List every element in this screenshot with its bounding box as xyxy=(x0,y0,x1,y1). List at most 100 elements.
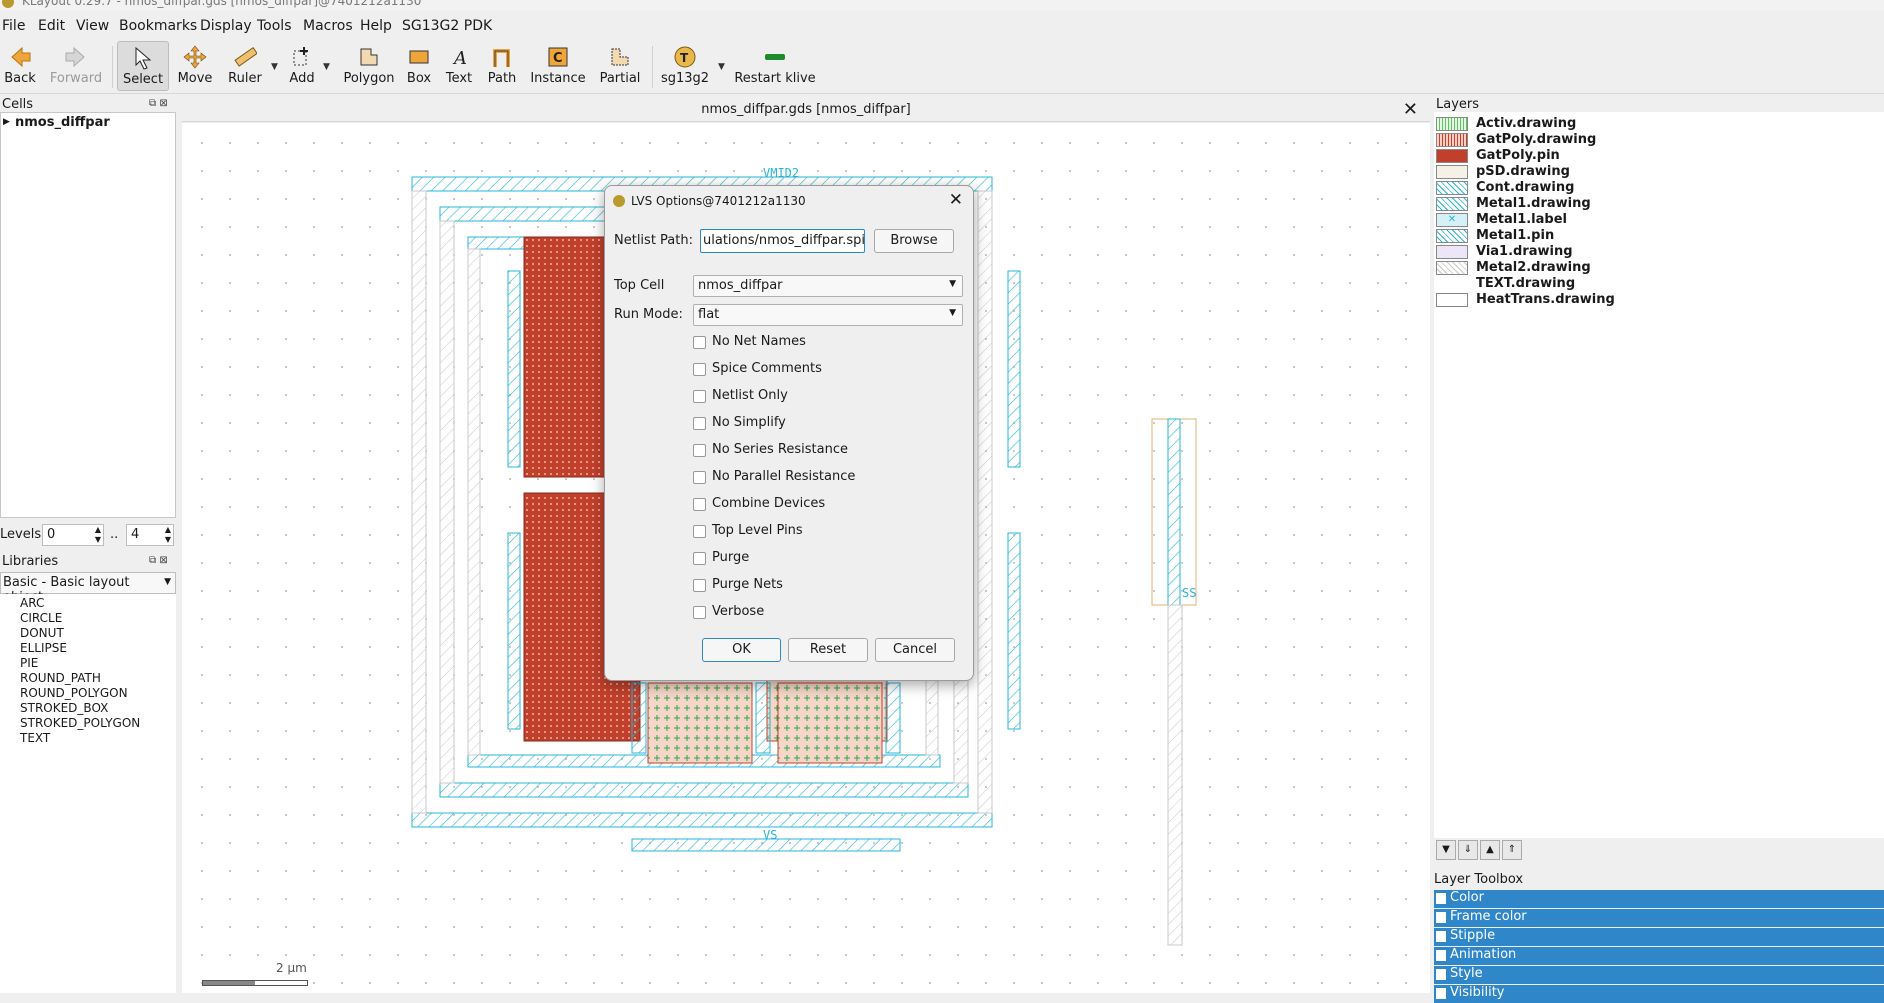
layer-row[interactable]: Cont.drawing xyxy=(1434,180,1884,196)
library-item[interactable]: ROUND_POLYGON xyxy=(20,686,128,700)
restart-klive-button[interactable]: Restart klive xyxy=(734,41,816,91)
ruler-tool-button[interactable]: Ruler xyxy=(222,41,268,91)
library-item[interactable]: ARC xyxy=(20,596,44,610)
menu-view[interactable]: View xyxy=(76,18,109,34)
run-mode-select[interactable]: flat ▼ xyxy=(693,304,963,326)
layer-row[interactable]: GatPoly.drawing xyxy=(1434,132,1884,148)
toolbox-frame-color[interactable]: Frame color xyxy=(1434,909,1884,927)
checkbox[interactable] xyxy=(693,579,706,592)
library-item[interactable]: TEXT xyxy=(20,731,50,745)
layer-row[interactable]: ✕ Metal1.label xyxy=(1434,212,1884,228)
option-top-level-pins[interactable]: Top Level Pins xyxy=(693,523,953,541)
levels-from-spinbox[interactable]: 0 ▲ ▼ xyxy=(42,524,104,546)
option-combine-devices[interactable]: Combine Devices xyxy=(693,496,953,514)
layer-row[interactable]: HeatTrans.drawing xyxy=(1434,292,1884,308)
select-tool-button[interactable]: Select xyxy=(117,41,169,91)
layer-row[interactable]: TEXT.drawing xyxy=(1434,276,1884,292)
cancel-button[interactable]: Cancel xyxy=(875,638,955,662)
library-item[interactable]: DONUT xyxy=(20,626,64,640)
add-dropdown-icon[interactable]: ▼ xyxy=(323,62,330,72)
menu-tools[interactable]: Tools xyxy=(257,18,292,34)
ruler-dropdown-icon[interactable]: ▼ xyxy=(271,62,278,72)
checkbox[interactable] xyxy=(693,363,706,376)
library-item[interactable]: ROUND_PATH xyxy=(20,671,101,685)
library-item[interactable]: STROKED_BOX xyxy=(20,701,108,715)
checkbox[interactable] xyxy=(693,552,706,565)
menu-edit[interactable]: Edit xyxy=(38,18,65,34)
layer-row[interactable]: Via1.drawing xyxy=(1434,244,1884,260)
layer-row[interactable]: Metal1.drawing xyxy=(1434,196,1884,212)
toolbox-visibility[interactable]: Visibility xyxy=(1434,985,1884,1003)
close-icon[interactable]: ✕ xyxy=(949,190,963,210)
move-up-icon[interactable]: ▲ xyxy=(1480,840,1500,860)
toolbox-style[interactable]: Style xyxy=(1434,966,1884,984)
partial-tool-button[interactable]: Partial xyxy=(596,41,644,91)
option-netlist-only[interactable]: Netlist Only xyxy=(693,388,953,406)
checkbox[interactable] xyxy=(693,417,706,430)
option-purge-nets[interactable]: Purge Nets xyxy=(693,577,953,595)
sg13g2-pdk-button[interactable]: T sg13g2 xyxy=(660,41,710,91)
menu-file[interactable]: File xyxy=(2,18,25,34)
checkbox[interactable] xyxy=(693,606,706,619)
layer-row[interactable]: GatPoly.pin xyxy=(1434,148,1884,164)
box-tool-button[interactable]: Box xyxy=(403,41,435,91)
option-no-net-names[interactable]: No Net Names xyxy=(693,334,953,352)
close-icon[interactable]: ✕ xyxy=(1403,99,1418,120)
option-verbose[interactable]: Verbose xyxy=(693,604,953,622)
top-cell-select[interactable]: nmos_diffpar ▼ xyxy=(693,275,963,297)
move-top-icon[interactable]: ⇑ xyxy=(1502,840,1522,860)
text-tool-button[interactable]: A Text xyxy=(443,41,475,91)
option-no-simplify[interactable]: No Simplify xyxy=(693,415,953,433)
layer-row[interactable]: Metal1.pin xyxy=(1434,228,1884,244)
checkbox[interactable] xyxy=(693,525,706,538)
checkbox[interactable] xyxy=(693,471,706,484)
option-no-series-resistance[interactable]: No Series Resistance xyxy=(693,442,953,460)
cell-tree-item[interactable]: nmos_diffpar xyxy=(15,115,110,130)
move-down-icon[interactable]: ▼ xyxy=(1436,840,1456,860)
menu-help[interactable]: Help xyxy=(360,18,392,34)
add-tool-button[interactable]: Add xyxy=(284,41,320,91)
ok-button[interactable]: OK xyxy=(702,638,781,662)
menu-sg13g2-pdk[interactable]: SG13G2 PDK xyxy=(402,18,492,34)
toolbox-color[interactable]: Color xyxy=(1434,890,1884,908)
menu-bookmarks[interactable]: Bookmarks xyxy=(119,18,197,34)
menu-display[interactable]: Display xyxy=(200,18,252,34)
layer-list[interactable]: Activ.drawing GatPoly.drawing GatPoly.pi… xyxy=(1434,112,1884,838)
browse-button[interactable]: Browse xyxy=(874,229,954,253)
layout-tab-title[interactable]: nmos_diffpar.gds [nmos_diffpar] xyxy=(182,102,1430,117)
checkbox[interactable] xyxy=(693,336,706,349)
netlist-path-input[interactable]: ulations/nmos_diffpar.spice xyxy=(700,229,865,253)
pdk-dropdown-icon[interactable]: ▼ xyxy=(718,62,725,72)
spin-arrows-icon[interactable]: ▲ ▼ xyxy=(95,525,101,545)
checkbox[interactable] xyxy=(693,390,706,403)
layer-row[interactable]: Activ.drawing xyxy=(1434,116,1884,132)
cell-tree[interactable]: ▶ nmos_diffpar xyxy=(0,112,176,518)
library-item[interactable]: CIRCLE xyxy=(20,611,62,625)
toolbox-animation[interactable]: Animation xyxy=(1434,947,1884,965)
instance-tool-button[interactable]: C Instance xyxy=(530,41,586,91)
libraries-dock-buttons[interactable]: ⧉ ⊠ xyxy=(149,555,168,566)
option-no-parallel-resistance[interactable]: No Parallel Resistance xyxy=(693,469,953,487)
expand-arrow-icon[interactable]: ▶ xyxy=(3,117,10,127)
menu-macros[interactable]: Macros xyxy=(303,18,353,34)
library-item[interactable]: STROKED_POLYGON xyxy=(20,716,140,730)
option-spice-comments[interactable]: Spice Comments xyxy=(693,361,953,379)
library-item[interactable]: PIE xyxy=(20,656,38,670)
layer-row[interactable]: pSD.drawing xyxy=(1434,164,1884,180)
library-select[interactable]: Basic - Basic layout object ▼ xyxy=(0,572,176,605)
path-tool-button[interactable]: Path xyxy=(484,41,520,91)
spin-arrows-icon[interactable]: ▲ ▼ xyxy=(165,525,171,545)
move-tool-button[interactable]: Move xyxy=(174,41,216,91)
cells-dock-buttons[interactable]: ⧉ ⊠ xyxy=(149,98,168,109)
reset-button[interactable]: Reset xyxy=(788,638,868,662)
checkbox[interactable] xyxy=(693,498,706,511)
levels-to-spinbox[interactable]: 4 ▲ ▼ xyxy=(126,524,174,546)
toolbox-stipple[interactable]: Stipple xyxy=(1434,928,1884,946)
forward-button[interactable]: Forward xyxy=(48,41,104,91)
move-bottom-icon[interactable]: ⇓ xyxy=(1458,840,1478,860)
checkbox[interactable] xyxy=(693,444,706,457)
back-button[interactable]: Back xyxy=(2,41,38,91)
layer-row[interactable]: Metal2.drawing xyxy=(1434,260,1884,276)
library-item[interactable]: ELLIPSE xyxy=(20,641,67,655)
option-purge[interactable]: Purge xyxy=(693,550,953,568)
